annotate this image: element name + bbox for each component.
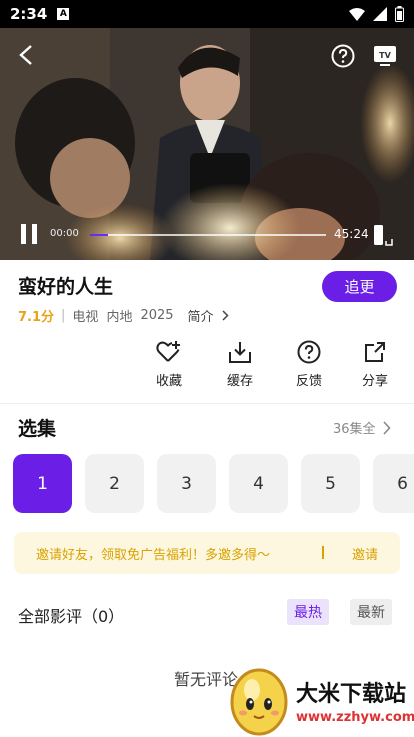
episode-list: 1 2 3 4 5 6 — [13, 454, 414, 513]
total-time: 45:24 — [334, 227, 369, 241]
svg-text:TV: TV — [379, 51, 391, 60]
intro-link[interactable]: 简介 — [188, 306, 229, 325]
intro-label: 简介 — [187, 310, 214, 325]
episode-button-5[interactable]: 5 — [301, 454, 360, 513]
feedback-label: 反馈 — [295, 374, 322, 389]
section-divider — [0, 403, 414, 404]
status-bar: 2:34 A — [0, 0, 414, 28]
tv-cast-icon[interactable]: TV — [373, 45, 397, 67]
status-time: 2:34 — [10, 5, 48, 23]
sort-new-tab[interactable]: 最新 — [350, 599, 392, 625]
action-bar: 收藏 缓存 反馈 分享 — [0, 340, 414, 394]
share-button[interactable]: 分享 — [350, 340, 400, 389]
episode-button-2[interactable]: 2 — [85, 454, 144, 513]
all-episodes-label: 36集全 — [333, 422, 376, 437]
wifi-icon — [349, 7, 365, 21]
reviews-title: 全部影评（0） — [18, 607, 125, 626]
cache-button[interactable]: 缓存 — [215, 340, 265, 389]
episodes-title: 选集 — [18, 418, 57, 440]
heart-plus-icon — [156, 341, 180, 362]
rating-score: 7.1分 — [18, 310, 55, 325]
back-arrow-icon[interactable] — [18, 44, 34, 66]
episode-button-6[interactable]: 6 — [373, 454, 414, 513]
share-icon — [365, 342, 385, 362]
show-type: 电视 — [72, 310, 99, 325]
fullscreen-icon[interactable] — [372, 224, 394, 246]
chevron-right-icon — [222, 310, 229, 321]
all-episodes-link[interactable]: 36集全 — [333, 418, 391, 437]
invite-button[interactable]: 邀请 — [352, 544, 378, 563]
progress-controls: 00:00 45:24 — [0, 220, 414, 250]
favorite-button[interactable]: 收藏 — [144, 340, 194, 389]
progress-fill — [90, 234, 108, 236]
show-meta: 7.1分 | 电视 内地 2025 简介 — [18, 306, 229, 325]
show-title: 蛮好的人生 — [18, 276, 114, 298]
battery-icon — [395, 6, 404, 22]
invite-banner[interactable]: 邀请好友，领取免广告福利！多邀多得～ 邀请 — [14, 532, 400, 574]
watermark-url: www.zzhyw.com — [296, 710, 414, 725]
current-time: 00:00 — [50, 228, 79, 239]
favorite-label: 收藏 — [155, 374, 182, 389]
cache-label: 缓存 — [226, 374, 253, 389]
video-player[interactable]: TV 00:00 45:24 — [0, 28, 414, 260]
progress-track[interactable] — [90, 234, 326, 236]
feedback-button[interactable]: 反馈 — [284, 340, 334, 389]
chevron-right-icon — [382, 420, 391, 435]
sort-hot-tab[interactable]: 最热 — [287, 599, 329, 625]
show-region: 内地 — [106, 310, 133, 325]
show-year: 2025 — [140, 308, 174, 323]
help-circle-icon[interactable] — [331, 44, 355, 68]
rice-mascot-icon — [230, 668, 288, 736]
episode-button-3[interactable]: 3 — [157, 454, 216, 513]
feedback-question-icon — [297, 340, 321, 364]
invite-divider — [322, 546, 324, 559]
watermark-name: 大米下载站 — [296, 682, 407, 707]
download-icon — [229, 342, 251, 363]
follow-button[interactable]: 追更 — [322, 271, 397, 302]
pause-icon[interactable] — [20, 223, 38, 245]
share-label: 分享 — [361, 374, 388, 389]
meta-divider: | — [61, 308, 66, 323]
episode-button-4[interactable]: 4 — [229, 454, 288, 513]
episode-button-1[interactable]: 1 — [13, 454, 72, 513]
signal-icon — [373, 7, 387, 21]
invite-text: 邀请好友，领取免广告福利！多邀多得～ — [36, 547, 271, 563]
watermark: 大米下载站 www.zzhyw.com — [226, 662, 414, 737]
notification-badge: A — [57, 8, 70, 20]
